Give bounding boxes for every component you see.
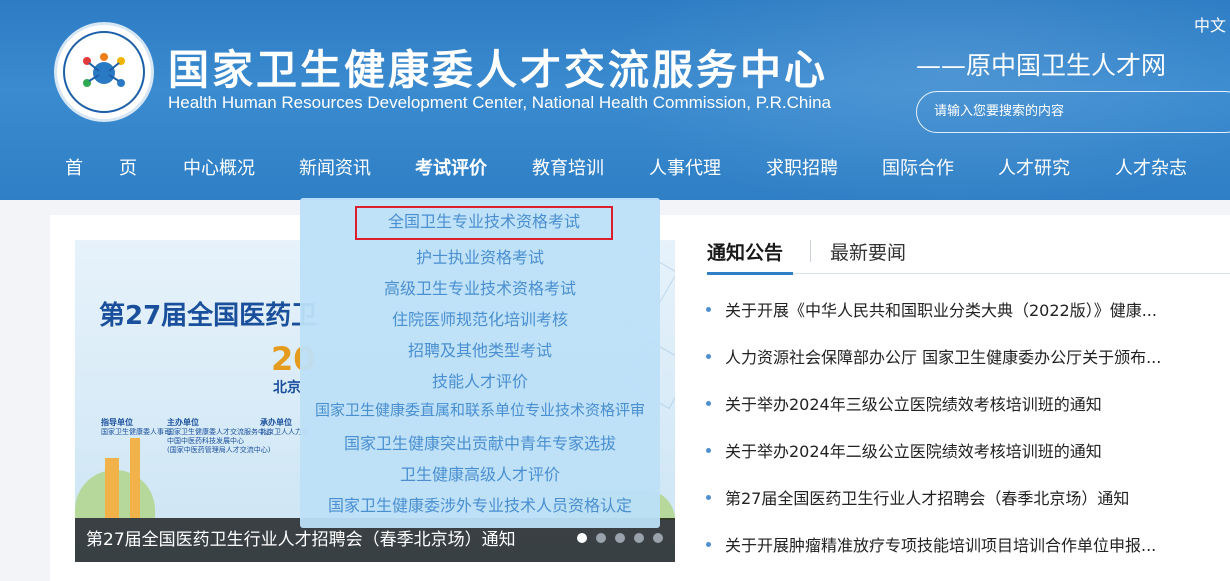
bullet-icon	[706, 542, 711, 547]
tab-active-indicator	[707, 272, 793, 275]
tab-separator	[810, 240, 811, 262]
dropdown-item-foreign-tech-certification[interactable]: 国家卫生健康委涉外专业技术人员资格认定	[300, 492, 660, 516]
search-input[interactable]: 请输入您要搜索的内容	[916, 91, 1230, 133]
nav-jobs[interactable]: 求职招聘	[766, 150, 838, 188]
org-undertake-label: 承办单位	[260, 418, 292, 427]
nav-news[interactable]: 新闻资讯	[299, 150, 371, 188]
tab-latest-news[interactable]: 最新要闻	[830, 238, 906, 265]
bullet-icon	[706, 448, 711, 453]
site-header: 国家卫生健康委人才交流服务中心 Health Human Resources D…	[0, 0, 1230, 200]
bullet-icon	[706, 307, 711, 312]
site-slogan: ——原中国卫生人才网	[916, 51, 1167, 80]
banner-org-host: 主办单位 国家卫生健康委人才交流服务中心 中国中医药科技发展中心 (国家中医药管…	[167, 418, 272, 455]
slider-dots	[568, 528, 663, 547]
list-item[interactable]: 关于举办2024年二级公立医院绩效考核培训班的通知	[706, 437, 1226, 467]
banner-deco-building	[105, 458, 119, 518]
nav-home[interactable]: 首 页	[65, 150, 137, 188]
dropdown-item-nurse-exam[interactable]: 护士执业资格考试	[300, 244, 660, 268]
nav-training[interactable]: 教育培训	[532, 150, 604, 188]
nav-hr-agency[interactable]: 人事代理	[649, 150, 721, 188]
notice-link[interactable]: 第27届全国医药卫生行业人才招聘会（春季北京场）通知	[725, 484, 1129, 514]
dropdown-item-recruitment-exam[interactable]: 招聘及其他类型考试	[300, 337, 660, 361]
list-item[interactable]: 人力资源社会保障部办公厅 国家卫生健康委办公厅关于颁布...	[706, 343, 1226, 373]
site-title-cn: 国家卫生健康委人才交流服务中心	[168, 46, 828, 94]
org-host-text: 国家卫生健康委人才交流服务中心	[167, 428, 272, 436]
nav-exams[interactable]: 考试评价	[415, 150, 487, 188]
slider-dot[interactable]	[596, 533, 606, 543]
notice-link[interactable]: 关于开展肿瘤精准放疗专项技能培训项目培训合作单位申报...	[725, 531, 1156, 561]
dropdown-item-resident-training-exam[interactable]: 住院医师规范化培训考核	[300, 306, 660, 330]
site-logo[interactable]	[54, 22, 154, 122]
notice-link[interactable]: 关于开展《中华人民共和国职业分类大典（2022版）》健康...	[725, 296, 1157, 326]
bullet-icon	[706, 401, 711, 406]
banner-title: 第27届全国医药卫	[99, 301, 318, 331]
notice-link[interactable]: 关于举办2024年二级公立医院绩效考核培训班的通知	[725, 437, 1102, 467]
list-item[interactable]: 关于举办2024年三级公立医院绩效考核培训班的通知	[706, 390, 1226, 420]
dropdown-item-senior-tech-exam[interactable]: 高级卫生专业技术资格考试	[300, 275, 660, 299]
banner-org-guide: 指导单位 国家卫生健康委人事司	[101, 418, 171, 437]
org-guide-text: 国家卫生健康委人事司	[101, 428, 171, 436]
dropdown-item-young-expert-selection[interactable]: 国家卫生健康突出贡献中青年专家选拔	[300, 430, 660, 454]
main-nav: 首 页 中心概况 新闻资讯 考试评价 教育培训 人事代理 求职招聘 国际合作 人…	[0, 150, 1230, 190]
site-title-en: Health Human Resources Development Cente…	[168, 93, 831, 112]
bullet-icon	[706, 354, 711, 359]
nav-research[interactable]: 人才研究	[998, 150, 1070, 188]
slider-dot[interactable]	[577, 533, 587, 543]
dropdown-item-senior-talent-evaluation[interactable]: 卫生健康高级人才评价	[300, 461, 660, 485]
notice-link[interactable]: 关于举办2024年三级公立医院绩效考核培训班的通知	[725, 390, 1102, 420]
org-host-text3: (国家中医药管理局人才交流中心)	[167, 446, 271, 454]
notice-link[interactable]: 人力资源社会保障部办公厅 国家卫生健康委办公厅关于颁布...	[725, 343, 1161, 373]
banner-city: 北京	[273, 380, 301, 396]
list-item[interactable]: 关于开展肿瘤精准放疗专项技能培训项目培训合作单位申报...	[706, 531, 1226, 561]
tab-notices[interactable]: 通知公告	[707, 238, 783, 265]
org-host-label: 主办单位	[167, 418, 199, 427]
org-host-text2: 中国中医药科技发展中心	[167, 437, 244, 445]
list-item[interactable]: 关于开展《中华人民共和国职业分类大典（2022版）》健康...	[706, 296, 1226, 326]
bullet-icon	[706, 495, 711, 500]
slider-dot[interactable]	[653, 533, 663, 543]
dropdown-item-affiliated-units-review[interactable]: 国家卫生健康委直属和联系单位专业技术资格评审	[300, 399, 660, 420]
language-switch[interactable]: 中文	[1194, 12, 1226, 36]
list-item[interactable]: 第27届全国医药卫生行业人才招聘会（春季北京场）通知	[706, 484, 1226, 514]
nav-about[interactable]: 中心概况	[183, 150, 255, 188]
logo-figures-icon	[83, 53, 125, 87]
banner-deco-building	[130, 438, 140, 518]
exams-dropdown-menu: 全国卫生专业技术资格考试 护士执业资格考试 高级卫生专业技术资格考试 住院医师规…	[300, 198, 660, 528]
nav-magazine[interactable]: 人才杂志	[1115, 150, 1187, 188]
org-guide-label: 指导单位	[101, 418, 133, 427]
nav-international[interactable]: 国际合作	[882, 150, 954, 188]
dropdown-item-national-health-tech-exam[interactable]: 全国卫生专业技术资格考试	[355, 206, 613, 240]
slider-dot[interactable]	[634, 533, 644, 543]
dropdown-item-skills-evaluation[interactable]: 技能人才评价	[300, 368, 660, 392]
slider-dot[interactable]	[615, 533, 625, 543]
